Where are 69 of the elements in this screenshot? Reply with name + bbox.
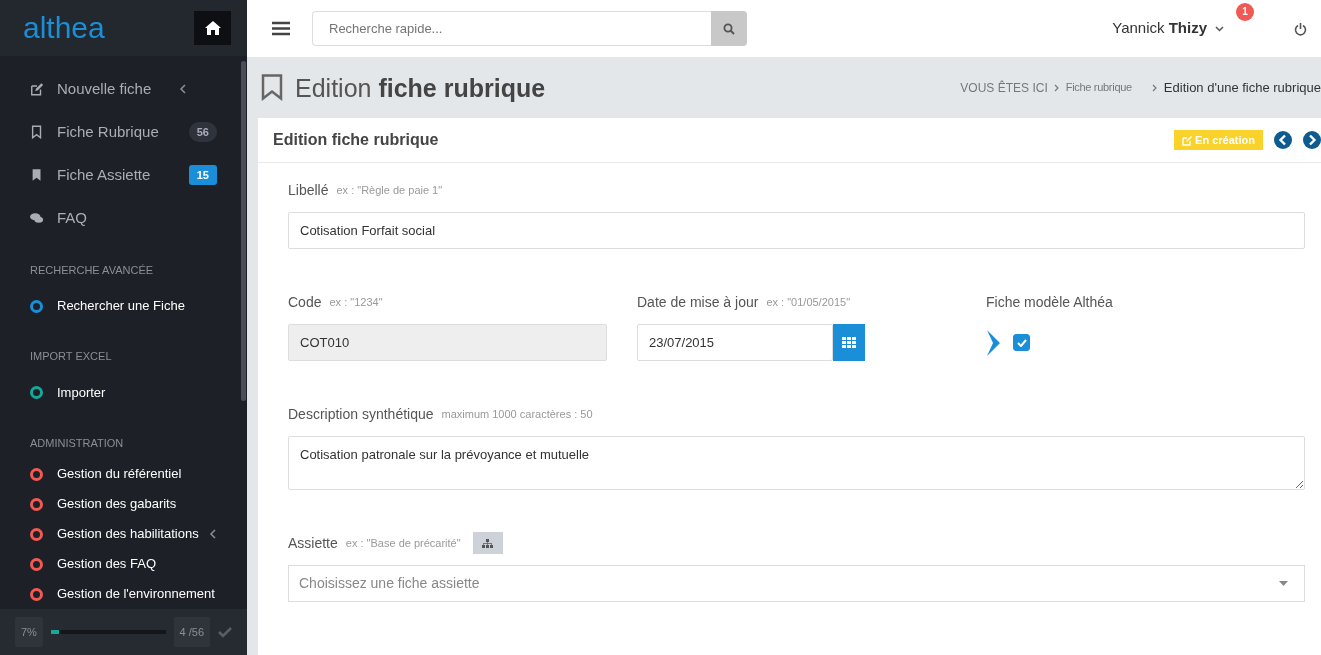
checkmark-icon: [1016, 338, 1027, 347]
sidebar-item[interactable]: Rechercher une Fiche: [30, 286, 247, 327]
field-label: Assiette: [288, 533, 338, 553]
bookmark-icon: [261, 74, 283, 101]
section-heading: IMPORT EXCEL: [30, 349, 113, 365]
sidebar-item[interactable]: Fiche Assiette 15: [30, 153, 247, 197]
field-label: Libellé: [288, 180, 329, 200]
sidebar-item[interactable]: Fiche Rubrique 56: [30, 110, 247, 154]
field-label: Date de mise à jour: [637, 292, 759, 312]
notification-badge: 1: [1236, 3, 1254, 22]
caret-icon: [1215, 26, 1224, 33]
status-badge: En création: [1174, 129, 1263, 151]
field-label: Code: [288, 292, 322, 312]
breadcrumb-label: VOUS ÊTES ICI: [960, 79, 1048, 97]
power-icon[interactable]: [1294, 21, 1307, 36]
chevron-icon: [1151, 83, 1158, 92]
field-hint: ex : "1234": [329, 294, 383, 310]
section-heading: ADMINISTRATION: [30, 435, 125, 451]
logo: althea: [23, 12, 105, 43]
sidebar-item[interactable]: Gestion des gabarits: [30, 489, 247, 520]
date-field[interactable]: 23/07/2015: [637, 324, 833, 361]
hierarchy-button[interactable]: [472, 532, 503, 554]
edit-icon: [30, 82, 44, 97]
field-hint: ex : "01/05/2015": [766, 294, 851, 310]
breadcrumb-link[interactable]: Fiche rubrique: [1065, 79, 1132, 96]
text-area[interactable]: Cotisation patronale sur la prévoyance et mutuelle: [288, 436, 1305, 490]
next-button[interactable]: [1303, 131, 1321, 149]
sidebar-item[interactable]: Importer: [30, 372, 247, 413]
field-hint: ex : "Base de précarité": [345, 535, 461, 551]
sidebar-item[interactable]: Nouvelle fiche: [30, 67, 247, 111]
field-hint: ex : "Règle de paie 1": [336, 182, 443, 198]
calendar-icon: [841, 337, 856, 348]
home-button[interactable]: [194, 10, 231, 45]
progress-count: 4 /56: [173, 616, 210, 648]
section-heading: RECHERCHE AVANCÉE: [30, 262, 155, 278]
caret-icon: [1278, 581, 1288, 586]
user-name[interactable]: Yannick Thizy: [1112, 19, 1207, 37]
hierarchy-icon: [482, 538, 494, 548]
sidebar-item[interactable]: Gestion des FAQ: [30, 549, 247, 580]
sidebar-item[interactable]: Gestion des habilitations: [30, 519, 247, 550]
previous-button[interactable]: [1274, 131, 1292, 149]
search-field[interactable]: Recherche rapide...: [312, 11, 711, 46]
bookmark-icon: [30, 125, 44, 140]
count-badge: 15: [188, 164, 217, 186]
sidebar-item[interactable]: Gestion de l'environnement: [30, 579, 247, 610]
edit-icon: [1182, 135, 1193, 146]
sidebar-item[interactable]: FAQ: [30, 196, 247, 240]
calendar-button[interactable]: [832, 324, 865, 361]
chevron-icon: [1053, 83, 1060, 92]
menu-icon[interactable]: [272, 21, 290, 36]
bookmark-icon: [30, 168, 44, 183]
page-title: Edition fiche rubrique: [295, 72, 546, 103]
checkbox[interactable]: [1013, 334, 1030, 351]
field-label: Fiche modèle Althéa: [986, 292, 1113, 312]
breadcrumb-current: Edition d'une fiche rubrique: [1163, 78, 1321, 97]
input-field[interactable]: Cotisation Forfait social: [288, 212, 1305, 249]
logo-chevron-icon: [986, 329, 1000, 356]
card-title: Edition fiche rubrique: [273, 130, 439, 150]
field-label: Description synthétique: [288, 404, 434, 424]
field-hint: maximum 1000 caractères : 50: [441, 406, 593, 422]
check-icon: [218, 626, 232, 639]
search-button[interactable]: [711, 11, 747, 46]
count-badge: 56: [188, 121, 217, 143]
home-icon: [204, 20, 221, 35]
chat-bubbles-icon: [30, 211, 44, 226]
search-icon: [723, 23, 735, 36]
progress-percent: 7%: [15, 616, 43, 648]
select-field[interactable]: Choisissez une fiche assiette: [288, 565, 1305, 602]
sidebar-item[interactable]: Gestion du référentiel: [30, 459, 247, 490]
